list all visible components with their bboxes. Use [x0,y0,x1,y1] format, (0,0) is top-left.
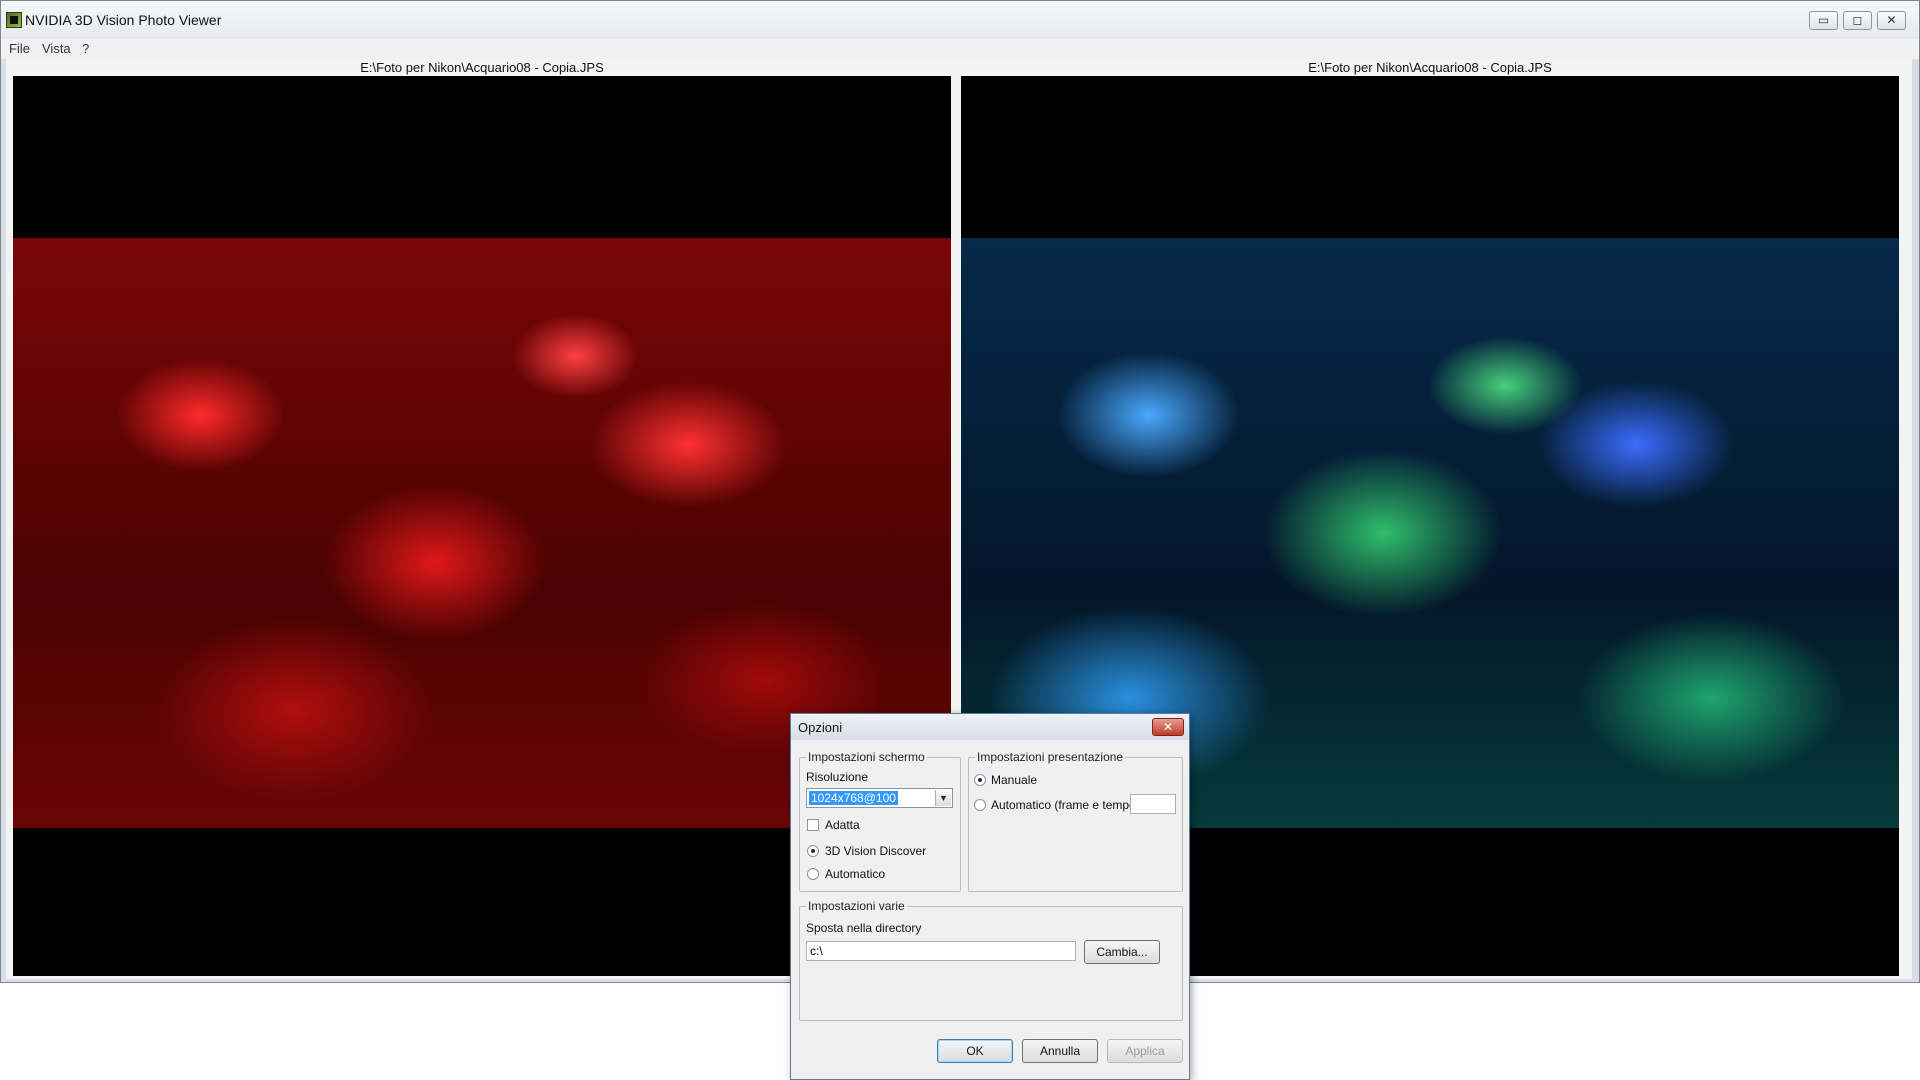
minimize-button[interactable]: ▭ [1809,11,1838,30]
presentation-settings-label: Impostazioni presentazione [975,750,1126,764]
radio-3d-vision-discover[interactable] [807,845,819,857]
cancel-button[interactable]: Annulla [1022,1039,1098,1063]
chevron-down-icon[interactable]: ▼ [935,790,951,806]
misc-settings-label: Impostazioni varie [806,899,907,913]
options-dialog: Opzioni ✕ Impostazioni schermo Risoluzio… [790,713,1190,1080]
maximize-button[interactable]: ◻ [1843,11,1872,30]
fit-label: Adatta [825,818,860,832]
resolution-value: 1024x768@100 [809,791,898,805]
window-title: NVIDIA 3D Vision Photo Viewer [25,12,222,28]
menu-file[interactable]: File [9,41,30,56]
resolution-label: Risoluzione [806,770,869,784]
title-bar[interactable]: NVIDIA 3D Vision Photo Viewer ▭ ◻ ✕ [1,1,1919,39]
dialog-title-bar[interactable]: Opzioni ✕ [791,714,1189,740]
radio-automatico[interactable] [807,868,819,880]
slideshow-time-input[interactable] [1130,794,1176,814]
menu-bar: File Vista ? [1,39,1919,59]
radio-automatico-label: Automatico [825,867,886,881]
left-pane-path: E:\Foto per Nikon\Acquario08 - Copia.JPS [360,60,604,75]
menu-vista[interactable]: Vista [42,41,71,56]
radio-manuale-label: Manuale [991,773,1038,787]
radio-auto-frame-time-label: Automatico (frame e tempo) [991,798,1140,812]
resolution-select[interactable]: 1024x768@100 ▼ [806,788,953,808]
apply-button[interactable]: Applica [1107,1039,1183,1063]
radio-3d-vision-discover-label: 3D Vision Discover [825,844,927,858]
fit-checkbox[interactable] [807,819,819,831]
dialog-title: Opzioni [798,720,843,735]
directory-input[interactable]: c:\ [806,941,1076,961]
nvidia-app-icon [6,12,22,28]
dialog-close-button[interactable]: ✕ [1152,718,1184,736]
right-pane-path: E:\Foto per Nikon\Acquario08 - Copia.JPS [1308,60,1552,75]
radio-auto-frame-time[interactable] [974,799,986,811]
screen-settings-label: Impostazioni schermo [806,750,927,764]
radio-manuale[interactable] [974,774,986,786]
ok-button[interactable]: OK [937,1039,1013,1063]
menu-help[interactable]: ? [82,41,89,56]
move-dir-label: Sposta nella directory [806,921,922,935]
change-directory-button[interactable]: Cambia... [1084,940,1160,964]
close-button[interactable]: ✕ [1877,11,1906,30]
